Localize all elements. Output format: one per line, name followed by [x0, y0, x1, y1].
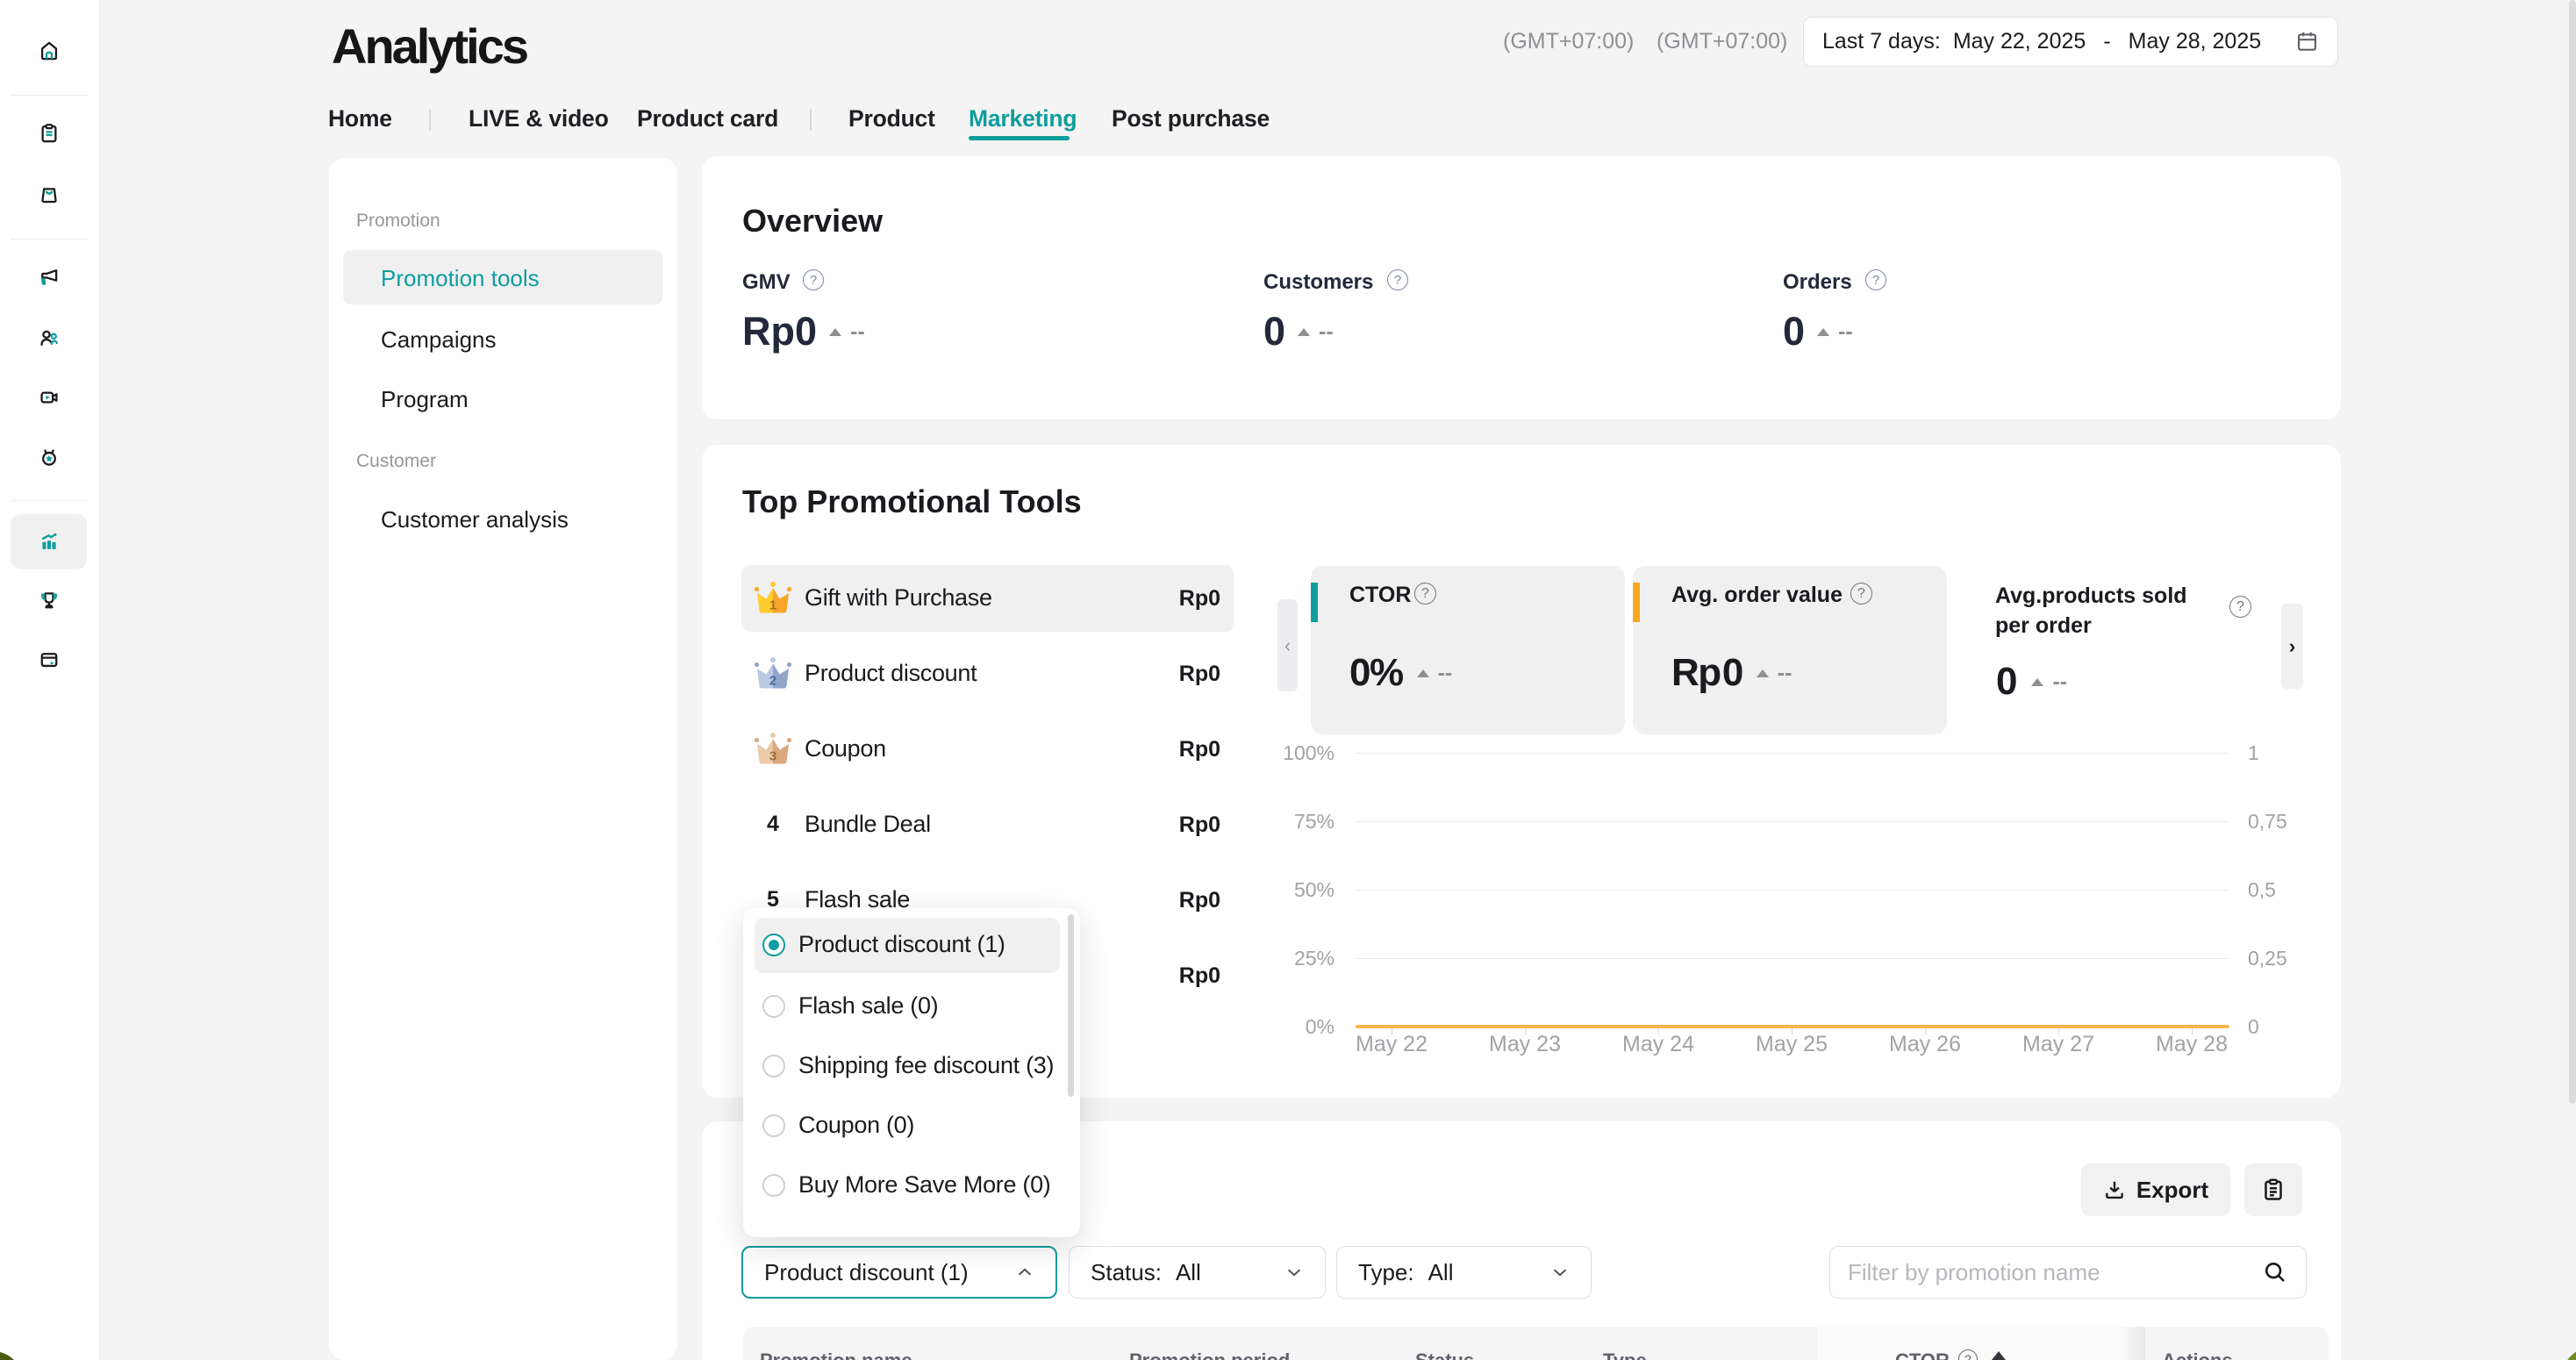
svg-text:1: 1: [769, 598, 776, 613]
svg-text:3: 3: [769, 749, 776, 764]
svg-text:2: 2: [769, 674, 776, 689]
